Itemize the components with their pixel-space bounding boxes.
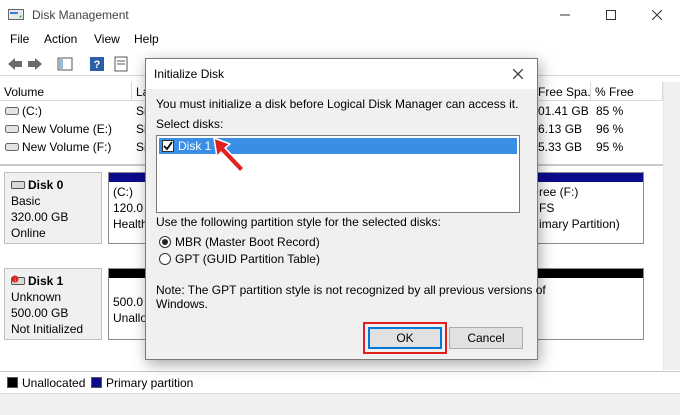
dialog-intro-text: You must initialize a disk before Logica…: [156, 97, 519, 111]
graphical-view-scrollbar[interactable]: [663, 164, 680, 370]
volume-percent-free: 96 %: [596, 122, 624, 136]
menu-file[interactable]: File: [10, 32, 29, 46]
volume-free-space: 01.41 GB: [538, 104, 589, 118]
disk-icon: [11, 181, 25, 189]
disk-name: Disk 0: [28, 178, 64, 192]
cancel-button[interactable]: Cancel: [449, 327, 523, 349]
partition-style-label: Use the following partition style for th…: [156, 215, 441, 229]
volume-name: New Volume (F:): [22, 140, 112, 154]
volume-list-scrollbar[interactable]: [663, 82, 680, 164]
disk-label[interactable]: ↓ Disk 1 Unknown 500.00 GB Not Initializ…: [4, 268, 102, 340]
disk-error-icon: ↓: [11, 275, 25, 285]
disk-status: Online: [11, 226, 46, 240]
legend-unallocated: Unallocated: [22, 376, 86, 390]
svg-text:?: ?: [94, 59, 101, 71]
disk-checkbox[interactable]: [162, 140, 174, 152]
partition-status: Health: [113, 217, 147, 231]
close-icon: [652, 10, 662, 20]
column-volume[interactable]: Volume: [0, 82, 132, 101]
close-icon: [513, 69, 523, 79]
partition-name: ree (F:): [539, 185, 579, 199]
status-bar: [0, 393, 680, 415]
red-arrow-annotation: [213, 137, 245, 173]
select-disks-label: Select disks:: [156, 117, 224, 131]
drive-icon: [5, 125, 19, 133]
partition-c[interactable]: (C:) 120.0 Health: [108, 172, 148, 244]
dialog-close-button[interactable]: [503, 61, 533, 87]
window-title: Disk Management: [32, 8, 129, 22]
maximize-icon: [606, 10, 616, 20]
disk-management-icon: [8, 9, 24, 20]
menu-bar: File Action View Help: [0, 30, 680, 50]
mbr-radio-option[interactable]: MBR (Master Boot Record): [159, 235, 320, 249]
properties-icon[interactable]: [112, 55, 130, 73]
partition-bar: [535, 173, 643, 182]
title-bar: Disk Management: [0, 0, 680, 30]
partition-status: imary Partition): [539, 217, 620, 231]
menu-action[interactable]: Action: [44, 32, 77, 46]
drive-icon: [5, 107, 19, 115]
volume-percent-free: 85 %: [596, 104, 624, 118]
disk-label[interactable]: Disk 0 Basic 320.00 GB Online: [4, 172, 102, 244]
volume-name: (C:): [22, 104, 42, 118]
partition-size: 120.0: [113, 201, 144, 215]
partition-name: (C:): [113, 185, 133, 199]
legend-swatch-primary: [91, 377, 102, 388]
show-hide-console-tree-icon[interactable]: [56, 55, 74, 73]
gpt-note-line1: Note: The GPT partition style is not rec…: [156, 283, 546, 297]
partition-f[interactable]: ree (F:) FS imary Partition): [534, 172, 644, 244]
gpt-label: GPT (GUID Partition Table): [175, 252, 320, 266]
column-free-space[interactable]: Free Spa...: [534, 82, 591, 101]
disk-type: Basic: [11, 194, 41, 208]
legend-primary: Primary partition: [106, 376, 194, 390]
partition-bar: [109, 173, 147, 182]
volume-free-space: 5.33 GB: [538, 140, 583, 154]
disk-listbox[interactable]: Disk 1: [156, 135, 520, 213]
mbr-radio[interactable]: [159, 236, 171, 248]
mbr-label: MBR (Master Boot Record): [175, 235, 320, 249]
maximize-button[interactable]: [588, 0, 634, 30]
back-arrow-icon[interactable]: [6, 55, 24, 73]
legend-swatch-unallocated: [7, 377, 18, 388]
disk-type: Unknown: [11, 290, 62, 304]
gpt-radio[interactable]: [159, 253, 171, 265]
svg-text:↓: ↓: [14, 278, 17, 284]
gpt-radio-option[interactable]: GPT (GUID Partition Table): [159, 252, 320, 266]
drive-icon: [5, 143, 19, 151]
minimize-button[interactable]: [542, 0, 588, 30]
legend: Unallocated Primary partition: [0, 371, 680, 393]
gpt-note-line2: Windows.: [156, 297, 209, 311]
forward-arrow-icon[interactable]: [26, 55, 44, 73]
disk-name: Disk 1: [28, 274, 64, 288]
column-percent-free[interactable]: % Free: [591, 82, 663, 101]
volume-percent-free: 95 %: [596, 140, 624, 154]
volume-name: New Volume (E:): [22, 122, 113, 136]
minimize-icon: [560, 14, 570, 16]
initialize-disk-dialog: Initialize Disk You must initialize a di…: [145, 58, 546, 360]
menu-help[interactable]: Help: [134, 32, 159, 46]
volume-free-space: 6.13 GB: [538, 122, 583, 136]
disk-size: 500.00 GB: [11, 306, 69, 320]
checkmark-icon: [163, 141, 173, 151]
ok-button[interactable]: OK: [368, 327, 442, 349]
help-icon[interactable]: ?: [88, 55, 106, 73]
disk-status: Not Initialized: [11, 322, 84, 336]
disk-size: 320.00 GB: [11, 210, 69, 224]
partition-filesystem: FS: [539, 201, 555, 215]
close-button[interactable]: [634, 0, 680, 30]
disk-item-label: Disk 1: [178, 139, 212, 153]
dialog-title-bar: Initialize Disk: [146, 59, 537, 89]
dialog-title: Initialize Disk: [154, 67, 225, 81]
menu-view[interactable]: View: [94, 32, 120, 46]
